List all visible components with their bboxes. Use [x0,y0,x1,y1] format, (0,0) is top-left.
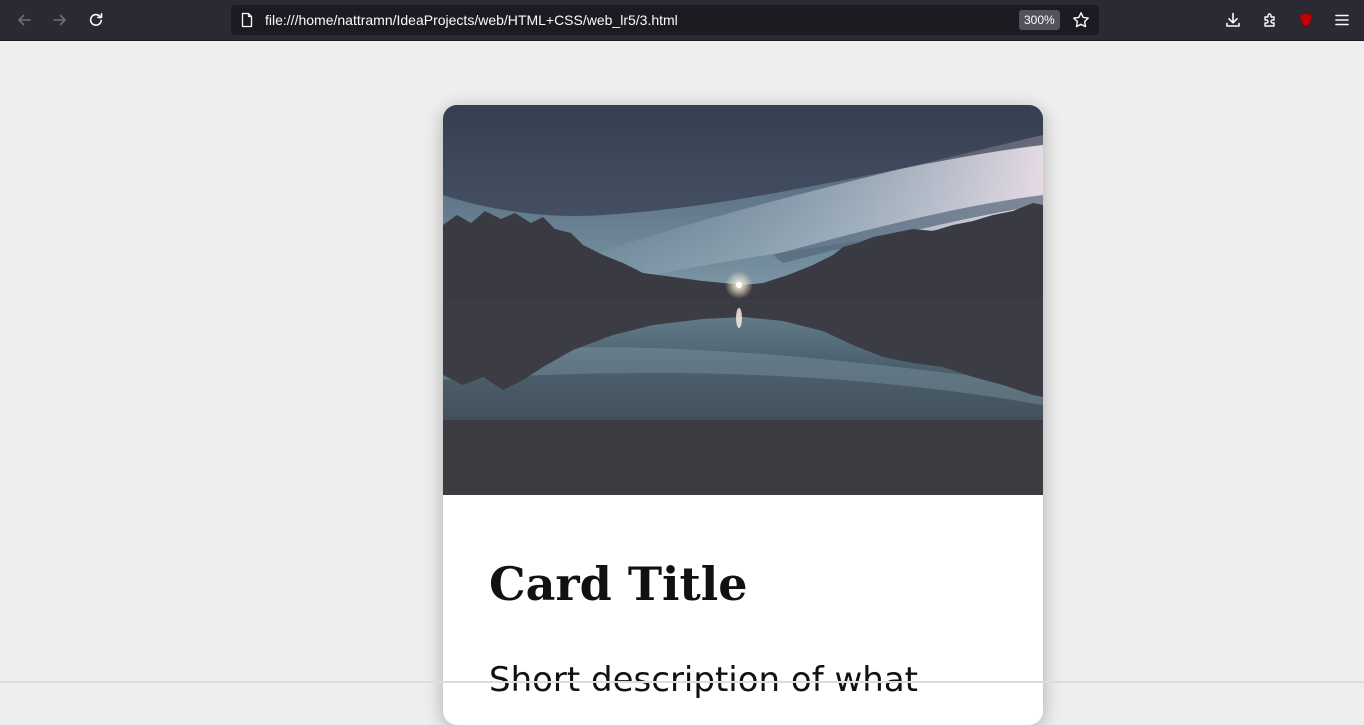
reload-button[interactable] [82,6,110,34]
forward-button[interactable] [46,6,74,34]
back-button[interactable] [10,6,38,34]
star-icon [1073,12,1089,28]
zoom-level-badge[interactable]: 300% [1019,10,1060,30]
card-title: Card Title [489,557,748,611]
bookmark-button[interactable] [1069,8,1093,32]
puzzle-icon [1264,13,1275,27]
app-menu-button[interactable] [1328,6,1356,34]
arrow-left-icon [18,14,31,26]
reload-icon [89,13,103,26]
browser-toolbar: file:///home/nattramn/IdeaProjects/web/H… [0,0,1364,41]
address-bar[interactable]: file:///home/nattramn/IdeaProjects/web/H… [231,5,1099,35]
card: Card Title Short description of what [443,105,1043,725]
page-icon [241,12,253,28]
card-image [443,105,1043,495]
download-icon [1226,12,1240,27]
downloads-button[interactable] [1219,6,1247,34]
arrow-right-icon [53,14,66,26]
extensions-button[interactable] [1256,6,1284,34]
ublock-origin-button[interactable] [1292,6,1320,34]
hamburger-menu-icon [1335,14,1349,26]
url-text[interactable]: file:///home/nattramn/IdeaProjects/web/H… [265,12,678,28]
ublock-origin-icon [1299,12,1313,28]
card-description: Short description of what [489,660,919,700]
